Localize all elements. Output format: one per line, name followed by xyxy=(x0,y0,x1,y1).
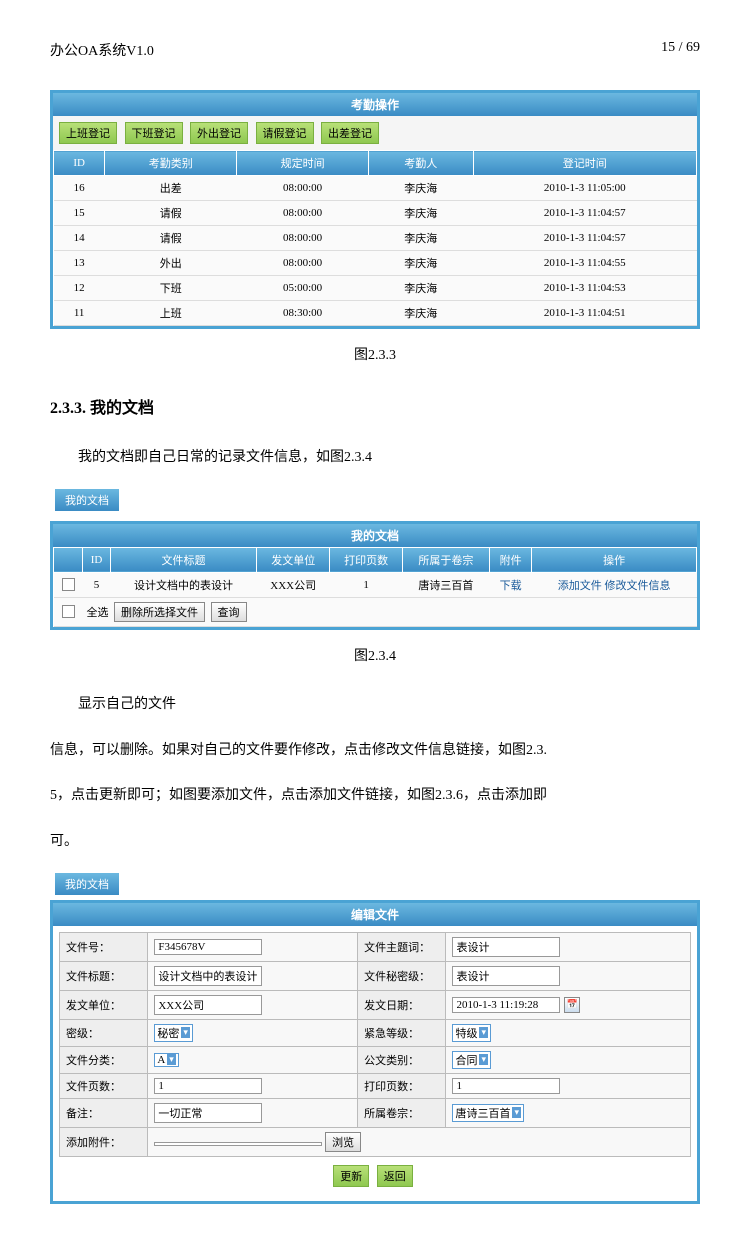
table-row: 11上班08:30:00李庆海2010-1-3 11:04:51 xyxy=(54,301,697,326)
col-ops: 操作 xyxy=(532,547,697,572)
subject-label: 文件主题词： xyxy=(358,932,446,961)
col-regtime: 登记时间 xyxy=(473,151,696,176)
paragraph: 显示自己的文件 xyxy=(50,690,700,721)
query-button[interactable]: 查询 xyxy=(211,602,247,622)
chevron-down-icon: ▾ xyxy=(479,1027,488,1038)
title-label: 文件标题： xyxy=(60,961,148,990)
back-button[interactable]: 返回 xyxy=(377,1165,413,1187)
col-folder: 所属于卷宗 xyxy=(402,547,489,572)
title-input[interactable]: 设计文档中的表设计 xyxy=(154,966,262,986)
printpg-label: 打印页数： xyxy=(358,1073,446,1098)
col-id: ID xyxy=(83,547,111,572)
table-row: 14请假08:00:00李庆海2010-1-3 11:04:57 xyxy=(54,226,697,251)
col-type: 考勤类别 xyxy=(105,151,237,176)
doc-table: ID 文件标题 发文单位 打印页数 所属于卷宗 附件 操作 5 设计文档中的表设… xyxy=(53,547,697,627)
fileno-input[interactable]: F345678V xyxy=(154,939,262,955)
unit-input[interactable]: XXX公司 xyxy=(154,995,262,1015)
date-input[interactable]: 2010-1-3 11:19:28 xyxy=(452,997,560,1013)
page-number: 15 / 69 xyxy=(661,40,700,60)
seclvl-select[interactable]: 秘密▾ xyxy=(154,1024,193,1042)
col-unit: 发文单位 xyxy=(257,547,330,572)
update-button[interactable]: 更新 xyxy=(333,1165,369,1187)
paragraph: 信息，可以删除。如果对自己的文件要作修改，点击修改文件信息链接，如图2.3. xyxy=(50,736,700,767)
secret-input[interactable]: 表设计 xyxy=(452,966,560,986)
figure-caption: 图2.3.3 xyxy=(50,344,700,364)
figure-caption: 图2.3.4 xyxy=(50,645,700,665)
edit-file-panel: 编辑文件 文件号： F345678V 文件主题词： 表设计 文件标题： 设计文档… xyxy=(50,900,700,1204)
chevron-down-icon: ▾ xyxy=(181,1027,190,1038)
table-row: 16出差08:00:00李庆海2010-1-3 11:05:00 xyxy=(54,176,697,201)
folder-select[interactable]: 唐诗三百首▾ xyxy=(452,1104,524,1122)
seclvl-label: 密级： xyxy=(60,1019,148,1046)
paragraph: 可。 xyxy=(50,827,700,858)
col-check xyxy=(54,547,83,572)
attendance-table: ID 考勤类别 规定时间 考勤人 登记时间 16出差08:00:00李庆海201… xyxy=(53,150,697,326)
browse-button[interactable]: 浏览 xyxy=(325,1132,361,1152)
subject-input[interactable]: 表设计 xyxy=(452,937,560,957)
table-row: 5 设计文档中的表设计 XXX公司 1 唐诗三百首 下载 添加文件 修改文件信息 xyxy=(54,572,697,597)
unit-label: 发文单位： xyxy=(60,990,148,1019)
btn-out[interactable]: 外出登记 xyxy=(190,122,248,144)
col-time: 规定时间 xyxy=(237,151,369,176)
all-checkbox[interactable] xyxy=(62,605,75,618)
panel-title: 我的文档 xyxy=(53,524,697,547)
row-checkbox[interactable] xyxy=(62,578,75,591)
printpg-input[interactable]: 1 xyxy=(452,1078,560,1094)
urgent-label: 紧急等级： xyxy=(358,1019,446,1046)
delete-button[interactable]: 删除所选择文件 xyxy=(114,602,205,622)
ops-links[interactable]: 添加文件 修改文件信息 xyxy=(532,572,697,597)
urgent-select[interactable]: 特级▾ xyxy=(452,1024,491,1042)
paragraph: 我的文档即自己日常的记录文件信息，如图2.3.4 xyxy=(50,443,700,474)
secret-label: 文件秘密级： xyxy=(358,961,446,990)
calendar-icon[interactable]: 📅 xyxy=(564,997,580,1013)
pages-label: 文件页数： xyxy=(60,1073,148,1098)
pages-input[interactable]: 1 xyxy=(154,1078,262,1094)
select-all-label: 全选 xyxy=(87,607,109,619)
section-heading: 2.3.3. 我的文档 xyxy=(50,394,700,418)
attach-label: 添加附件： xyxy=(60,1127,148,1156)
button-row: 上班登记 下班登记 外出登记 请假登记 出差登记 xyxy=(53,116,697,150)
tab-mydoc[interactable]: 我的文档 xyxy=(55,489,119,511)
note-input[interactable]: 一切正常 xyxy=(154,1103,262,1123)
panel-title: 编辑文件 xyxy=(53,903,697,926)
note-label: 备注： xyxy=(60,1098,148,1127)
attendance-panel: 考勤操作 上班登记 下班登记 外出登记 请假登记 出差登记 ID 考勤类别 规定… xyxy=(50,90,700,329)
btn-checkin[interactable]: 上班登记 xyxy=(59,122,117,144)
col-id: ID xyxy=(54,151,105,176)
col-attach: 附件 xyxy=(490,547,532,572)
table-row: 12下班05:00:00李庆海2010-1-3 11:04:53 xyxy=(54,276,697,301)
col-person: 考勤人 xyxy=(369,151,474,176)
btn-trip[interactable]: 出差登记 xyxy=(321,122,379,144)
attach-input[interactable] xyxy=(154,1142,322,1146)
download-link[interactable]: 下载 xyxy=(490,572,532,597)
fileno-label: 文件号： xyxy=(60,932,148,961)
form-table: 文件号： F345678V 文件主题词： 表设计 文件标题： 设计文档中的表设计… xyxy=(59,932,691,1157)
folder-label: 所属卷宗： xyxy=(358,1098,446,1127)
mydoc-panel: 我的文档 ID 文件标题 发文单位 打印页数 所属于卷宗 附件 操作 5 设计文… xyxy=(50,521,700,630)
table-row: 15请假08:00:00李庆海2010-1-3 11:04:57 xyxy=(54,201,697,226)
col-pages: 打印页数 xyxy=(330,547,402,572)
panel-title: 考勤操作 xyxy=(53,93,697,116)
table-row: 13外出08:00:00李庆海2010-1-3 11:04:55 xyxy=(54,251,697,276)
tab-mydoc[interactable]: 我的文档 xyxy=(55,873,119,895)
date-label: 发文日期： xyxy=(358,990,446,1019)
paragraph: 5，点击更新即可；如图要添加文件，点击添加文件链接，如图2.3.6，点击添加即 xyxy=(50,781,700,812)
col-title: 文件标题 xyxy=(111,547,257,572)
btn-checkout[interactable]: 下班登记 xyxy=(125,122,183,144)
table-footer: 全选 删除所选择文件 查询 xyxy=(54,597,697,626)
chevron-down-icon: ▾ xyxy=(512,1107,521,1118)
doc-title: 办公OA系统V1.0 xyxy=(50,40,581,60)
btn-leave[interactable]: 请假登记 xyxy=(256,122,314,144)
